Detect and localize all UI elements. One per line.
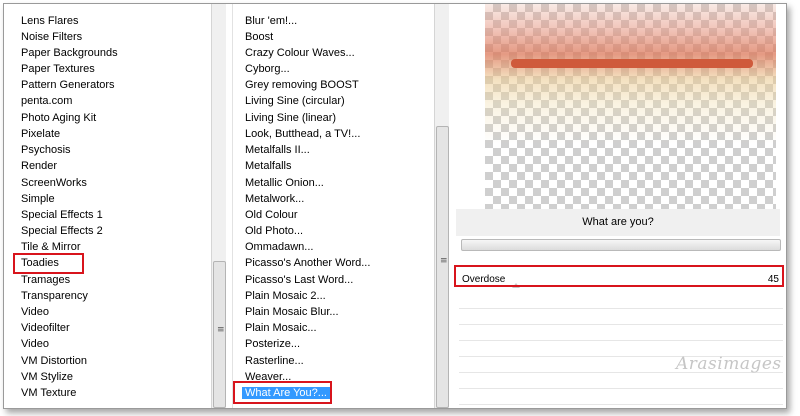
watermark: Arasimages <box>676 354 782 374</box>
filter-list[interactable]: Blur 'em!... Boost Crazy Colour Waves...… <box>232 4 435 408</box>
settings-panel: What are you? Overdose 45 <box>456 209 786 408</box>
slider-marker-icon[interactable] <box>512 283 520 288</box>
category-item[interactable]: penta.com <box>21 93 72 109</box>
param-value[interactable]: 45 <box>768 271 779 289</box>
filter-item[interactable]: Crazy Colour Waves... <box>245 45 355 61</box>
filter-item[interactable]: Old Colour <box>245 207 298 223</box>
category-scrollbar[interactable]: ≡ <box>211 4 226 408</box>
filter-item[interactable]: Metalfalls <box>245 158 291 174</box>
filter-item[interactable]: Living Sine (linear) <box>245 110 336 126</box>
category-item[interactable]: Pixelate <box>21 126 60 142</box>
category-item[interactable]: Paper Backgrounds <box>21 45 118 61</box>
title-progress-bar <box>461 239 781 251</box>
category-item[interactable]: Video <box>21 336 49 352</box>
scroll-grip-icon: ≡ <box>440 256 448 266</box>
filter-item[interactable]: Posterize... <box>245 336 300 352</box>
filter-item[interactable]: Blur 'em!... <box>245 13 297 29</box>
filter-item[interactable]: Metalfalls II... <box>245 142 310 158</box>
filter-item[interactable]: Look, Butthead, a TV!... <box>245 126 360 142</box>
category-item-selected[interactable]: Toadies <box>21 255 59 271</box>
category-item[interactable]: Videofilter <box>21 320 70 336</box>
filter-preview <box>485 4 776 209</box>
category-item[interactable]: Pattern Generators <box>21 77 115 93</box>
category-item[interactable]: Psychosis <box>21 142 71 158</box>
filter-title: What are you? <box>456 209 780 236</box>
category-item[interactable]: VM Distortion <box>21 353 87 369</box>
filter-item[interactable]: Living Sine (circular) <box>245 93 345 109</box>
selected-filter-label[interactable]: What Are You?... <box>242 387 330 399</box>
filter-item[interactable]: Plain Mosaic 2... <box>245 288 326 304</box>
category-item[interactable]: VM Texture <box>21 385 76 401</box>
filter-item[interactable]: Old Photo... <box>245 223 303 239</box>
overdose-parameter-row[interactable]: Overdose 45 <box>459 270 783 290</box>
scroll-grip-icon: ≡ <box>217 325 225 335</box>
filter-dialog-frame: Lens Flares Noise Filters Paper Backgrou… <box>3 3 787 409</box>
category-item[interactable]: Tramages <box>21 272 70 288</box>
filter-item[interactable]: Ommadawn... <box>245 239 313 255</box>
category-item[interactable]: VM Stylize <box>21 369 73 385</box>
empty-parameter-rows <box>459 293 783 408</box>
category-scrollbar-thumb[interactable]: ≡ <box>213 261 226 408</box>
preview-bar <box>511 59 753 68</box>
filter-item[interactable]: Picasso's Last Word... <box>245 272 353 288</box>
category-item[interactable]: Photo Aging Kit <box>21 110 96 126</box>
filter-item-selected[interactable]: What Are You?... <box>242 385 330 401</box>
param-label: Overdose <box>462 274 506 285</box>
filter-item[interactable]: Cyborg... <box>245 61 290 77</box>
category-item[interactable]: Tile & Mirror <box>21 239 80 255</box>
category-item[interactable]: ScreenWorks <box>21 175 87 191</box>
category-item[interactable]: Special Effects 2 <box>21 223 103 239</box>
filter-scrollbar[interactable]: ≡ <box>434 4 449 408</box>
category-item[interactable]: Lens Flares <box>21 13 78 29</box>
filter-item[interactable]: Boost <box>245 29 273 45</box>
filter-item[interactable]: Grey removing BOOST <box>245 77 359 93</box>
filter-item[interactable]: Metalwork... <box>245 191 304 207</box>
category-item[interactable]: Render <box>21 158 57 174</box>
filter-item[interactable]: Rasterline... <box>245 353 304 369</box>
filter-item[interactable]: Metallic Onion... <box>245 175 324 191</box>
filter-scrollbar-thumb[interactable]: ≡ <box>436 126 449 408</box>
category-item[interactable]: Simple <box>21 191 55 207</box>
category-item[interactable]: Noise Filters <box>21 29 82 45</box>
category-item[interactable]: Video <box>21 304 49 320</box>
category-list[interactable]: Lens Flares Noise Filters Paper Backgrou… <box>4 4 211 408</box>
category-item[interactable]: Paper Textures <box>21 61 95 77</box>
category-item[interactable]: Transparency <box>21 288 88 304</box>
preview-glow <box>485 4 776 144</box>
filter-item[interactable]: Picasso's Another Word... <box>245 255 370 271</box>
filter-item[interactable]: Weaver... <box>245 369 291 385</box>
filter-item[interactable]: Plain Mosaic Blur... <box>245 304 339 320</box>
filter-item[interactable]: Plain Mosaic... <box>245 320 317 336</box>
category-item[interactable]: Special Effects 1 <box>21 207 103 223</box>
